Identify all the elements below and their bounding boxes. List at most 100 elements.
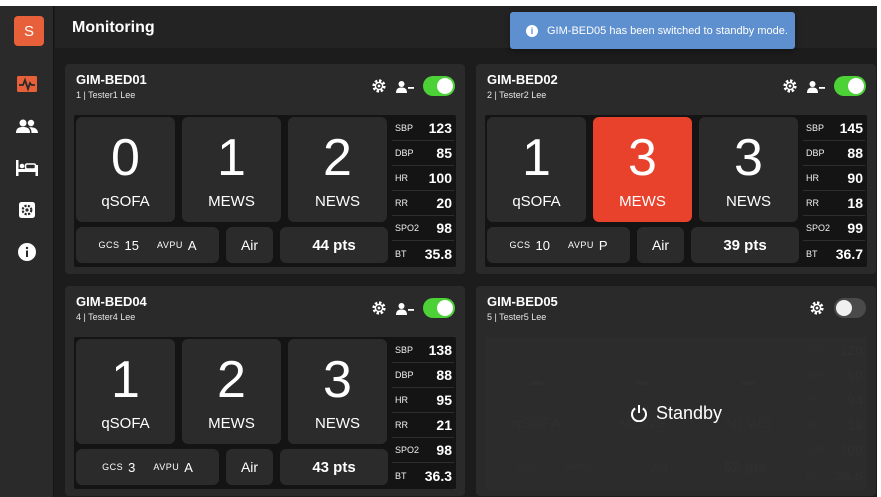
- heart-monitor-icon: [17, 76, 37, 92]
- gear-icon[interactable]: [782, 78, 798, 94]
- oxygen-box: Air: [637, 227, 684, 263]
- app-logo[interactable]: S: [14, 16, 44, 46]
- person-minus-icon[interactable]: [396, 80, 414, 93]
- vital-hr: HR 100: [392, 166, 454, 191]
- oxygen-value: Air: [240, 237, 259, 253]
- card-actions: [782, 76, 866, 96]
- vital-value: 90: [847, 170, 863, 186]
- qsofa-score-label: qSOFA: [101, 193, 150, 210]
- news-score-label: NEWS: [315, 193, 360, 210]
- mews-score-box: 3 MEWS: [593, 117, 692, 222]
- qsofa-score-value: 0: [111, 129, 140, 187]
- vital-spo2: SPO2 98: [392, 438, 454, 463]
- monitoring-toggle[interactable]: [834, 298, 866, 318]
- gcs-avpu-box: GCS 15 AVPU A: [76, 227, 219, 263]
- total-points-box: 43 pts: [280, 449, 388, 485]
- qsofa-score-value: 1: [111, 351, 140, 409]
- avpu-value: A: [187, 237, 197, 253]
- bed-icon: [16, 160, 38, 176]
- oxygen-value: Air: [651, 237, 670, 253]
- bed-patient: 2 | Tester2 Lee: [487, 90, 547, 100]
- vital-label: BT: [395, 248, 407, 259]
- total-points: 39 pts: [723, 236, 767, 254]
- bed-card[interactable]: GIM-BED02 2 | Tester2 Lee 1 qSOFA 3 MEWS 3 NEWS…: [476, 64, 876, 274]
- bed-name: GIM-BED02: [487, 72, 558, 87]
- standby-overlay[interactable]: Standby: [485, 337, 867, 489]
- vital-label: SBP: [395, 123, 414, 133]
- avpu-value: A: [184, 459, 193, 475]
- vital-label: RR: [395, 420, 408, 430]
- vital-value: 18: [847, 195, 863, 211]
- vital-value: 138: [428, 342, 452, 358]
- toast-message: GIM-BED05 has been switched to standby m…: [547, 24, 788, 37]
- page-title: Monitoring: [72, 19, 155, 36]
- vital-rr: RR 18: [803, 191, 865, 216]
- vital-label: HR: [395, 173, 408, 183]
- vital-value: 20: [436, 195, 452, 211]
- vital-value: 145: [839, 120, 863, 136]
- person-minus-icon[interactable]: [807, 80, 825, 93]
- info-icon: i: [526, 24, 538, 37]
- vital-hr: HR 90: [803, 166, 865, 191]
- card-actions: [371, 76, 455, 96]
- vital-value: 35.8: [424, 245, 452, 262]
- sidebar-item-beds[interactable]: [0, 153, 54, 183]
- gcs-label: GCS: [98, 240, 120, 250]
- standby-toast[interactable]: i GIM-BED05 has been switched to standby…: [510, 12, 795, 49]
- monitoring-toggle[interactable]: [834, 76, 866, 96]
- qsofa-score-label: qSOFA: [101, 415, 150, 432]
- bed-name: GIM-BED05: [487, 294, 558, 309]
- vital-label: SPO2: [806, 223, 831, 233]
- vital-label: SBP: [395, 345, 414, 355]
- gear-icon[interactable]: [371, 300, 387, 316]
- monitoring-toggle[interactable]: [423, 76, 455, 96]
- bed-panel: 1 qSOFA 2 MEWS 3 NEWS GCS 3 AVPU A Air 43 pts SBP 138…: [74, 337, 456, 489]
- vital-value: 98: [436, 442, 452, 458]
- gcs-value: 15: [124, 237, 139, 253]
- bed-card[interactable]: GIM-BED04 4 | Tester4 Lee 1 qSOFA 2 MEWS 3 NEWS…: [65, 286, 465, 496]
- bed-patient: 5 | Tester5 Lee: [487, 312, 547, 322]
- vital-sbp: SBP 138: [392, 338, 454, 363]
- gcs-value: 10: [535, 237, 550, 253]
- sidebar-item-settings[interactable]: [0, 195, 54, 225]
- gcs-avpu-box: GCS 10 AVPU P: [487, 227, 630, 263]
- qsofa-score-value: 1: [522, 129, 551, 187]
- vital-label: SPO2: [395, 445, 420, 455]
- monitoring-toggle[interactable]: [423, 298, 455, 318]
- vital-value: 36.3: [424, 467, 452, 484]
- bed-content: 0 qSOFA 1 MEWS 2 NEWS GCS 15 AVPU A Air 44 pts SBP 12…: [74, 115, 456, 267]
- news-score-value: 3: [323, 351, 352, 409]
- gear-icon: [19, 202, 35, 218]
- news-score-value: 3: [734, 129, 763, 187]
- gear-icon[interactable]: [809, 300, 825, 316]
- oxygen-box: Air: [226, 227, 273, 263]
- vital-bt: BT 35.8: [392, 241, 454, 266]
- vital-bt: BT 36.3: [392, 463, 454, 488]
- avpu-label: AVPU: [567, 240, 594, 250]
- bed-card[interactable]: GIM-BED01 1 | Tester1 Lee 0 qSOFA 1 MEWS 2 NEWS…: [65, 64, 465, 274]
- mews-score-box: 2 MEWS: [182, 339, 281, 444]
- vital-value: 99: [847, 220, 863, 236]
- bed-name: GIM-BED04: [76, 294, 147, 309]
- vital-value: 21: [436, 417, 452, 433]
- vital-rr: RR 21: [392, 413, 454, 438]
- vital-spo2: SPO2 99: [803, 216, 865, 241]
- sidebar-item-monitoring[interactable]: [0, 69, 54, 99]
- vital-value: 98: [436, 220, 452, 236]
- bed-card[interactable]: GIM-BED05 5 | Tester5 Lee -qSOFA-MEWS-NEWS…: [476, 286, 876, 496]
- sidebar-item-patients[interactable]: [0, 111, 54, 141]
- qsofa-score-box: 1 qSOFA: [76, 339, 175, 444]
- total-points-box: 44 pts: [280, 227, 388, 263]
- mews-score-value: 3: [628, 129, 657, 187]
- vital-value: 85: [436, 145, 452, 161]
- person-minus-icon[interactable]: [396, 302, 414, 315]
- news-score-label: NEWS: [315, 415, 360, 432]
- sidebar-item-info[interactable]: [0, 237, 54, 267]
- qsofa-score-box: 0 qSOFA: [76, 117, 175, 222]
- gear-icon[interactable]: [371, 78, 387, 94]
- bed-content: 1 qSOFA 2 MEWS 3 NEWS GCS 3 AVPU A Air 43 pts SBP 138…: [74, 337, 456, 489]
- vital-sbp: SBP 145: [803, 116, 865, 141]
- vital-label: RR: [806, 198, 819, 208]
- vital-value: 123: [428, 120, 452, 136]
- vital-label: SBP: [806, 123, 825, 133]
